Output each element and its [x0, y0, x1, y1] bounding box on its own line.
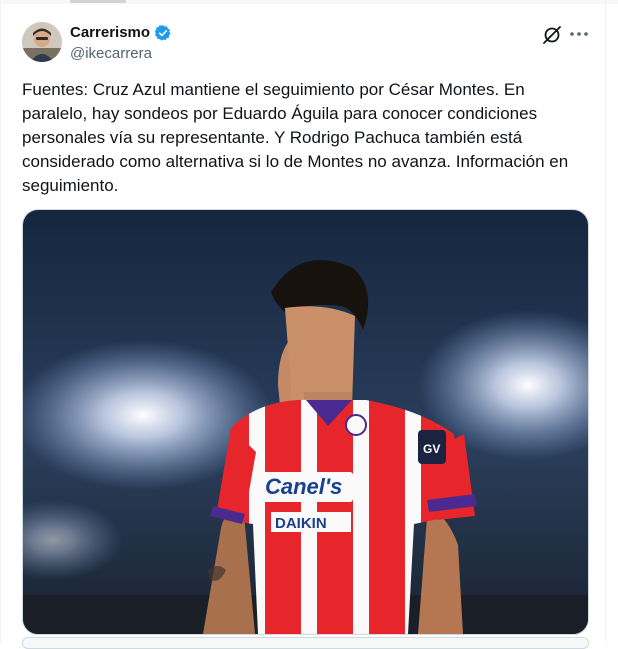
author-display-name[interactable]: Carrerismo: [70, 23, 150, 43]
clipped-text: [70, 0, 126, 3]
jersey-sponsor-main: Canel's: [265, 474, 342, 499]
verified-badge-icon: [154, 24, 172, 42]
timeline-border-left: [0, 0, 1, 643]
timeline-border-right: [605, 0, 606, 643]
previous-tweet-edge: [0, 0, 618, 4]
player-photo: Canel's DAIKIN GV: [23, 210, 588, 634]
svg-text:GV: GV: [423, 442, 440, 456]
tweet-text: Fuentes: Cruz Azul mantiene el seguimien…: [22, 80, 569, 195]
grok-icon[interactable]: [541, 24, 563, 46]
next-card-edge: [22, 637, 589, 649]
tweet-photo[interactable]: Canel's DAIKIN GV: [22, 209, 589, 635]
avatar-image: [22, 22, 62, 62]
author-avatar[interactable]: [22, 22, 62, 62]
author-handle[interactable]: @ikecarrera: [70, 44, 152, 64]
jersey-sponsor-secondary: DAIKIN: [275, 515, 327, 532]
more-icon[interactable]: [567, 22, 591, 46]
author-name-row: Carrerismo: [70, 23, 172, 43]
